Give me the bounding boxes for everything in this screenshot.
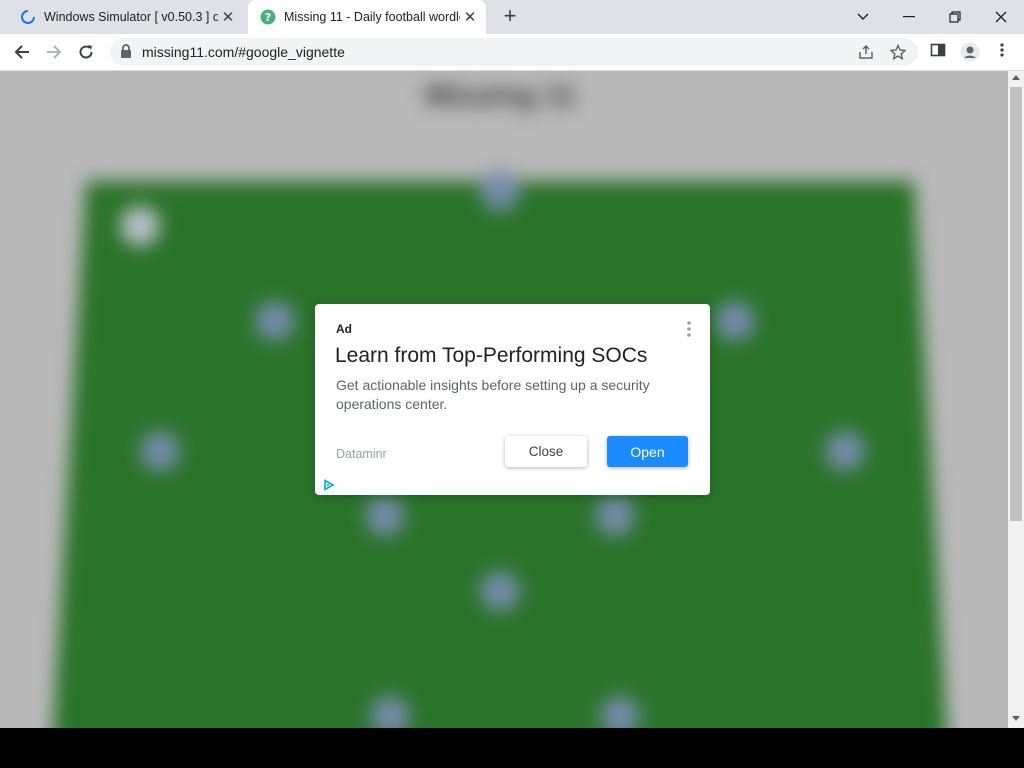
address-bar[interactable]: missing11.com/#google_vignette xyxy=(110,38,918,66)
tab-missing-11[interactable]: ? Missing 11 - Daily football wordle ✕ xyxy=(248,0,486,34)
reload-button[interactable] xyxy=(72,38,100,66)
url-text[interactable]: missing11.com/#google_vignette xyxy=(142,44,345,60)
ad-close-button[interactable]: Close xyxy=(505,436,587,467)
chevron-down-icon xyxy=(857,13,869,20)
back-arrow-icon xyxy=(14,45,29,59)
lock-icon[interactable] xyxy=(120,44,132,58)
ad-headline[interactable]: Learn from Top-Performing SOCs xyxy=(335,344,647,368)
star-bookmark-icon[interactable] xyxy=(890,44,906,60)
ad-advertiser[interactable]: Dataminr xyxy=(336,447,387,461)
close-icon xyxy=(995,11,1007,23)
page-scrollbar[interactable] xyxy=(1008,71,1024,728)
ad-open-button[interactable]: Open xyxy=(607,436,688,467)
browser-toolbar: missing11.com/#google_vignette xyxy=(0,34,1024,71)
ad-vignette-dialog: Ad Learn from Top-Performing SOCs Get ac… xyxy=(315,304,710,495)
tab-windows-simulator[interactable]: Windows Simulator [ v0.50.3 ] on ✕ xyxy=(8,0,244,34)
loading-spinner-icon xyxy=(21,10,35,24)
back-button[interactable] xyxy=(8,38,36,66)
restore-icon xyxy=(949,11,961,23)
close-tab-icon[interactable]: ✕ xyxy=(218,8,238,26)
kebab-menu-icon[interactable] xyxy=(999,42,1005,58)
new-tab-button[interactable]: + xyxy=(498,5,522,29)
minimize-icon xyxy=(903,16,915,18)
adchoices-icon[interactable] xyxy=(323,479,335,491)
tab-strip: Windows Simulator [ v0.50.3 ] on ✕ ? Mis… xyxy=(0,0,1024,34)
svg-text:?: ? xyxy=(265,11,271,24)
restore-button[interactable] xyxy=(932,0,978,34)
question-circle-icon: ? xyxy=(260,9,276,25)
scroll-down-arrow-icon[interactable] xyxy=(1012,716,1020,721)
ad-label: Ad xyxy=(336,322,352,336)
forward-arrow-icon xyxy=(47,45,62,59)
tab-title: Missing 11 - Daily football wordle xyxy=(284,10,460,24)
close-tab-icon[interactable]: ✕ xyxy=(460,8,480,26)
scroll-up-arrow-icon[interactable] xyxy=(1012,75,1020,80)
ad-options-menu-icon[interactable] xyxy=(685,320,693,338)
minimize-button[interactable] xyxy=(886,0,932,34)
reload-icon xyxy=(79,45,93,59)
side-panel-icon[interactable] xyxy=(930,42,946,58)
forward-button[interactable] xyxy=(40,38,68,66)
taskbar xyxy=(0,728,1024,768)
scroll-thumb[interactable] xyxy=(1010,87,1022,521)
share-icon[interactable] xyxy=(858,44,874,60)
tab-search-button[interactable] xyxy=(840,0,886,34)
profile-avatar-icon[interactable] xyxy=(960,42,980,62)
close-window-button[interactable] xyxy=(978,0,1024,34)
ad-body-text[interactable]: Get actionable insights before setting u… xyxy=(336,376,696,414)
tab-title: Windows Simulator [ v0.50.3 ] on xyxy=(44,10,218,24)
